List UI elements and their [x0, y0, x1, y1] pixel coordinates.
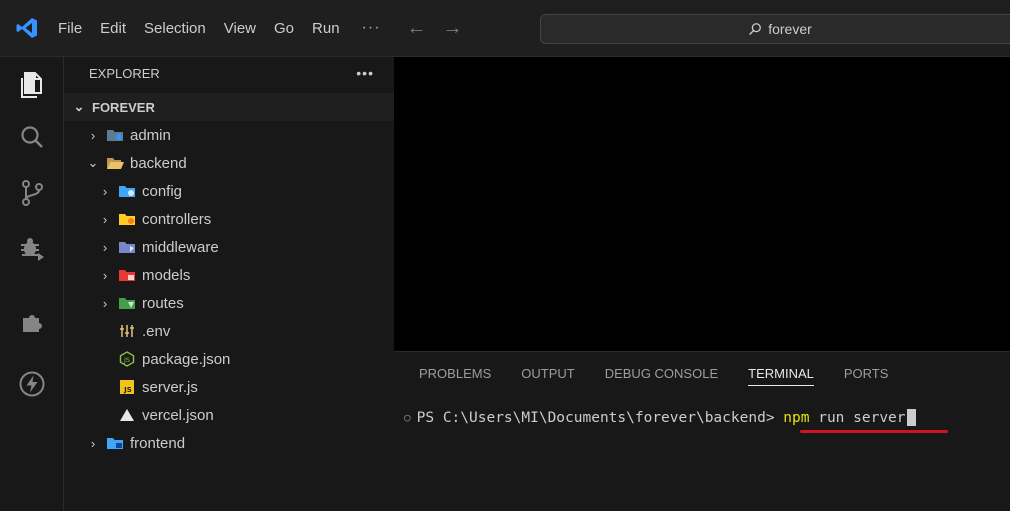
tree-label: middleware: [142, 238, 219, 256]
terminal-prompt: PS C:\Users\MI\Documents\forever\backend…: [416, 409, 784, 426]
tree-item-frontend[interactable]: › frontend: [64, 429, 416, 457]
source-control-icon[interactable]: [0, 173, 64, 213]
tab-output[interactable]: OUTPUT: [521, 366, 574, 386]
folder-frontend-icon: [106, 435, 124, 451]
tree-label: controllers: [142, 210, 212, 228]
folder-config-icon: [118, 183, 136, 199]
menu-view[interactable]: View: [224, 20, 256, 37]
folder-controllers-icon: [118, 211, 136, 227]
forward-arrow-icon[interactable]: →: [443, 17, 463, 40]
tree-label: routes: [142, 294, 184, 312]
js-file-icon: JS: [118, 379, 136, 395]
tab-terminal[interactable]: TERMINAL: [748, 366, 814, 386]
tree-label: admin: [130, 126, 171, 144]
tree-label: config: [142, 182, 183, 200]
nodejs-icon: JS: [118, 351, 136, 367]
tree-label: package.json: [142, 350, 231, 368]
tree-label: backend: [130, 154, 187, 172]
command-center-search[interactable]: forever: [540, 14, 1010, 44]
tree-label: server.js: [142, 378, 198, 396]
explorer-files-icon[interactable]: [0, 65, 64, 105]
explorer-more-icon[interactable]: •••: [356, 65, 374, 81]
tree-label: vercel.json: [142, 406, 214, 424]
command-status-circle-icon: ○: [404, 411, 411, 424]
menu-file[interactable]: File: [58, 20, 82, 37]
menu-go[interactable]: Go: [274, 20, 294, 37]
tree-item-middleware[interactable]: › middleware: [64, 233, 428, 261]
chevron-right-icon: ›: [90, 127, 96, 143]
search-icon: [749, 23, 762, 36]
menu-bar: File Edit Selection View Go Run ··· ← →: [58, 17, 479, 40]
tree-item-config[interactable]: › config: [64, 177, 428, 205]
explorer-sidebar: EXPLORER ••• ⌄ FOREVER › admin ⌄ backend…: [64, 57, 394, 511]
chevron-right-icon: ›: [102, 211, 108, 227]
vercel-icon: [118, 407, 136, 423]
chevron-right-icon: ›: [102, 267, 108, 283]
tree-item-env[interactable]: .env: [64, 317, 448, 345]
folder-models-icon: [118, 267, 136, 283]
bottom-panel: PROBLEMS OUTPUT DEBUG CONSOLE TERMINAL P…: [394, 351, 1010, 511]
more-menu-icon[interactable]: ···: [362, 19, 381, 37]
chevron-right-icon: ›: [90, 435, 96, 451]
env-file-icon: [118, 323, 136, 339]
tree-label: models: [142, 266, 191, 284]
terminal-args: run server: [809, 409, 906, 426]
folder-routes-icon: [118, 295, 136, 311]
root-label: FOREVER: [92, 99, 155, 115]
tab-problems[interactable]: PROBLEMS: [419, 366, 491, 386]
vscode-logo-icon[interactable]: [12, 13, 42, 43]
back-arrow-icon[interactable]: ←: [407, 17, 427, 40]
lightning-icon[interactable]: [0, 364, 64, 404]
chevron-right-icon: ›: [102, 295, 108, 311]
folder-middleware-icon: [118, 239, 136, 255]
terminal-command: npm: [783, 409, 810, 426]
svg-text:JS: JS: [123, 386, 132, 394]
chevron-down-icon: ⌄: [87, 155, 99, 170]
red-underline-annotation: [800, 430, 948, 433]
tree-item-models[interactable]: › models: [64, 261, 428, 289]
menu-selection[interactable]: Selection: [144, 20, 206, 37]
tree-item-package-json[interactable]: JS package.json: [64, 345, 448, 373]
tree-item-controllers[interactable]: › controllers: [64, 205, 428, 233]
tab-ports[interactable]: PORTS: [844, 366, 889, 386]
extensions-icon[interactable]: [0, 302, 64, 342]
menu-edit[interactable]: Edit: [100, 20, 126, 37]
editor-area[interactable]: [394, 57, 1010, 351]
title-bar: File Edit Selection View Go Run ··· ← → …: [0, 0, 1010, 57]
tree-item-routes[interactable]: › routes: [64, 289, 428, 317]
search-icon[interactable]: [0, 117, 64, 157]
chevron-down-icon: ⌄: [73, 99, 85, 114]
panel-tabs: PROBLEMS OUTPUT DEBUG CONSOLE TERMINAL P…: [419, 366, 918, 386]
terminal-cursor: [906, 409, 916, 426]
tree-item-backend[interactable]: ⌄ backend: [64, 149, 416, 177]
svg-text:JS: JS: [123, 356, 130, 364]
explorer-header: EXPLORER •••: [64, 57, 394, 89]
tree-item-server-js[interactable]: JS server.js: [64, 373, 448, 401]
tree-root-forever[interactable]: ⌄ FOREVER: [64, 93, 394, 121]
chevron-right-icon: ›: [102, 239, 108, 255]
tree-label: frontend: [130, 434, 186, 452]
explorer-title: EXPLORER: [89, 65, 160, 81]
folder-open-icon: [106, 155, 124, 171]
folder-admin-icon: [106, 127, 124, 143]
chevron-right-icon: ›: [102, 183, 108, 199]
run-debug-icon[interactable]: [0, 229, 64, 269]
activity-bar: [0, 57, 64, 511]
tab-debug-console[interactable]: DEBUG CONSOLE: [605, 366, 718, 386]
terminal-line[interactable]: ○ PS C:\Users\MI\Documents\forever\backe…: [404, 409, 916, 426]
tree-item-vercel-json[interactable]: vercel.json: [64, 401, 448, 429]
tree-label: .env: [142, 322, 171, 340]
tree-item-admin[interactable]: › admin: [64, 121, 416, 149]
menu-run[interactable]: Run: [312, 20, 340, 37]
search-text: forever: [768, 21, 812, 37]
